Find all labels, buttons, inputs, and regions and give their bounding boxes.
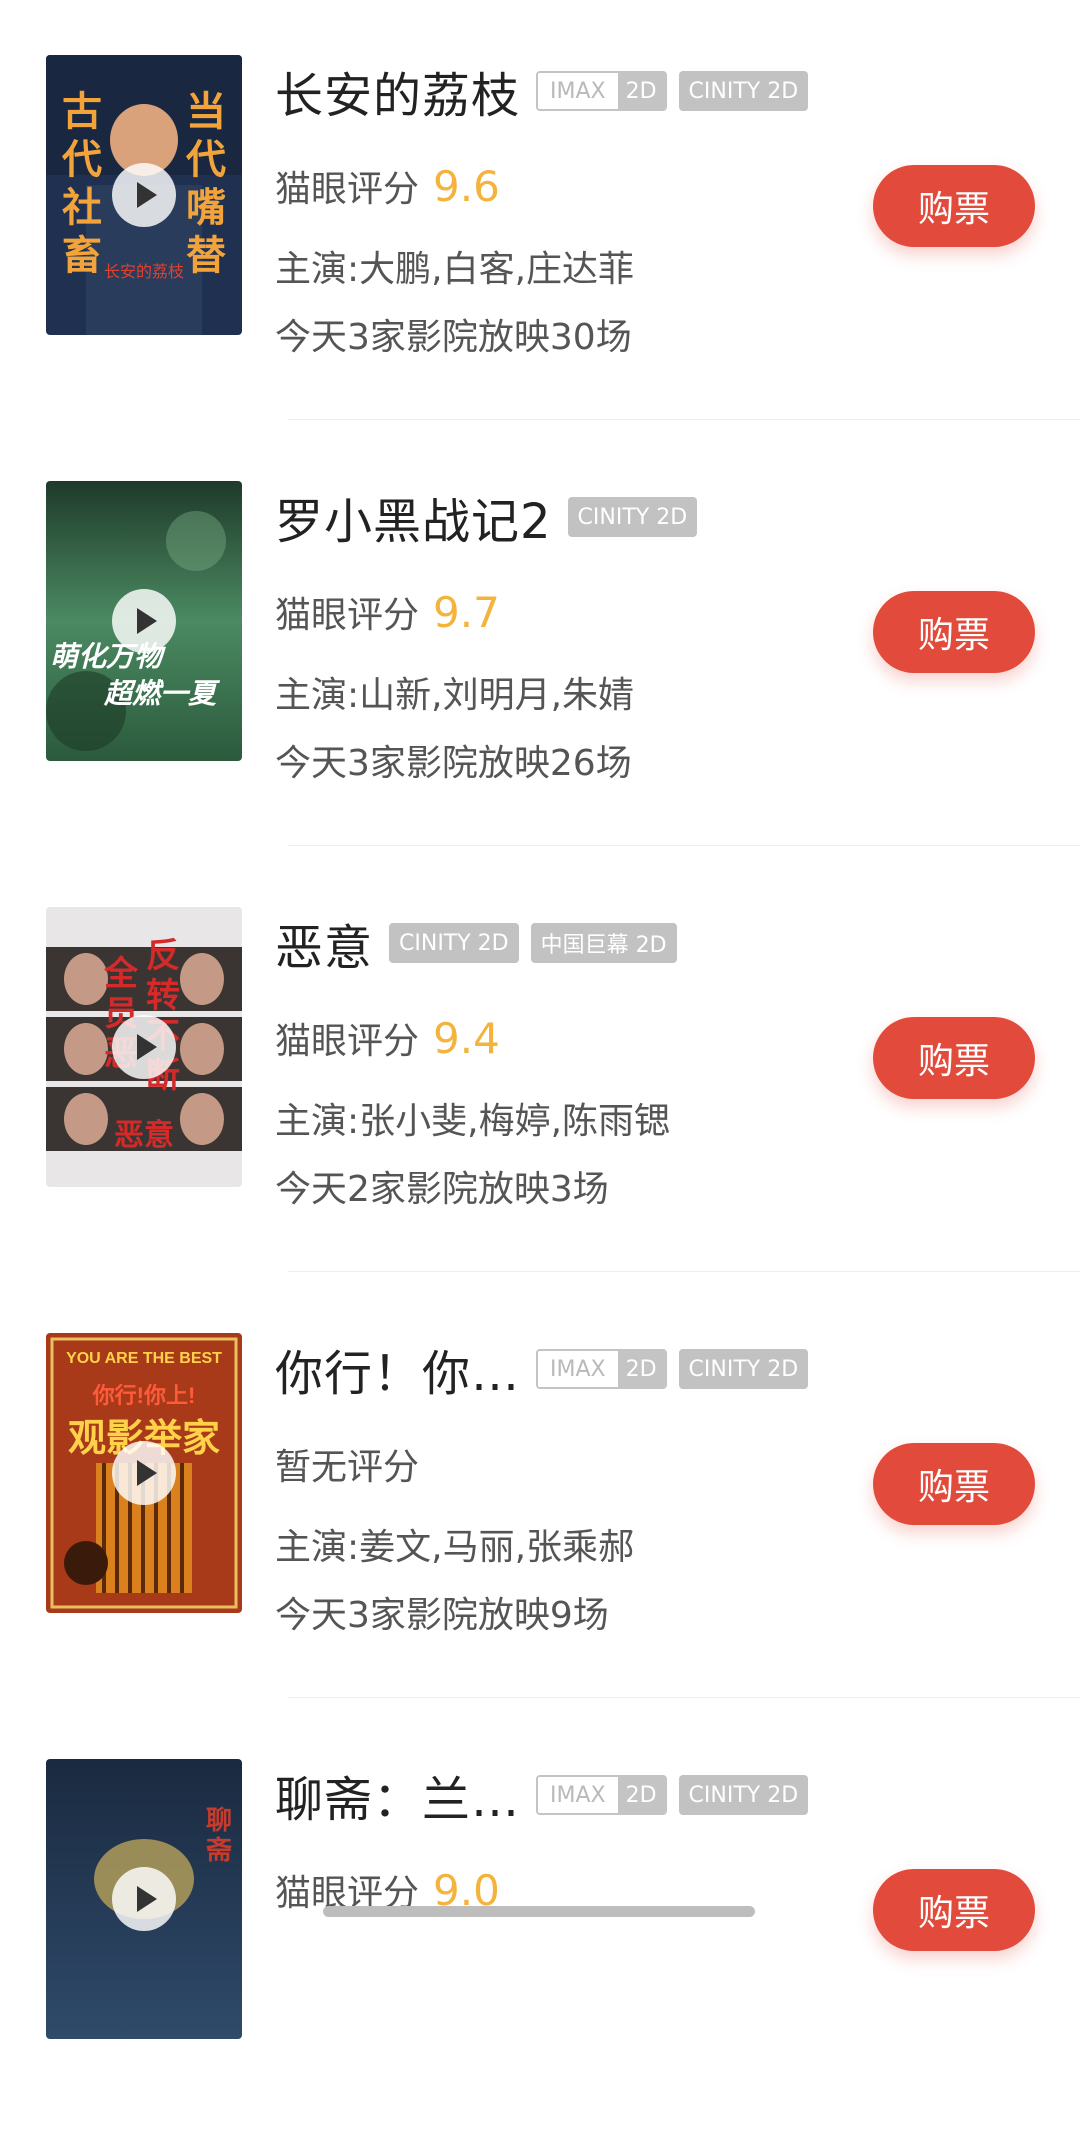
cast-text: 主演:山新,刘明月,朱婧 bbox=[275, 675, 635, 716]
rating-score: 9.7 bbox=[433, 588, 500, 637]
rating-score: 9.4 bbox=[433, 1014, 500, 1063]
tag-sublabel: 2D bbox=[617, 73, 665, 109]
format-tags: IMAX 2D CINITY 2D bbox=[536, 1349, 820, 1389]
movie-item[interactable]: 萌化万物 超燃一夏 罗小黑战记2 CINITY 2D 猫眼评分 9.7 主演:山新,刘明月,… bbox=[0, 426, 1080, 852]
movie-item[interactable]: 聊斋聊斋：兰… IMAX 2D CINITY 2D 猫眼评分 9.0 购票 bbox=[0, 1704, 1080, 2130]
format-tag: 中国巨幕 2D bbox=[530, 923, 677, 963]
buy-ticket-button[interactable]: 购票 bbox=[873, 165, 1035, 247]
svg-text:超燃一夏: 超燃一夏 bbox=[103, 678, 221, 709]
format-tags: IMAX 2D CINITY 2D bbox=[536, 71, 820, 111]
rating-row: 猫眼评分 9.6 bbox=[275, 160, 500, 216]
title-row: 罗小黑战记2 CINITY 2D bbox=[275, 484, 709, 550]
showtimes-text: 今天3家影院放映9场 bbox=[275, 1595, 609, 1636]
format-tags: CINITY 2D 中国巨幕 2D bbox=[389, 923, 689, 963]
tag-label: IMAX bbox=[538, 1777, 618, 1813]
svg-text:你行!你上!: 你行!你上! bbox=[92, 1383, 196, 1408]
rating-label: 猫眼评分 bbox=[275, 1021, 420, 1062]
showtimes-text: 今天3家影院放映30场 bbox=[275, 317, 632, 358]
divider bbox=[288, 845, 1080, 846]
buy-ticket-button[interactable]: 购票 bbox=[873, 1869, 1035, 1951]
tag-label: IMAX bbox=[538, 73, 618, 109]
svg-text:古: 古 bbox=[62, 90, 102, 134]
divider bbox=[288, 419, 1080, 420]
svg-text:转: 转 bbox=[146, 977, 180, 1015]
svg-text:全: 全 bbox=[103, 954, 139, 993]
play-icon[interactable] bbox=[112, 589, 176, 653]
cast-text: 主演:张小斐,梅婷,陈雨锶 bbox=[275, 1101, 671, 1142]
play-icon[interactable] bbox=[112, 163, 176, 227]
buy-ticket-button[interactable]: 购票 bbox=[873, 1443, 1035, 1525]
format-tag: CINITY 2D bbox=[678, 1349, 809, 1389]
title-row: 你行！你… IMAX 2D CINITY 2D bbox=[275, 1336, 820, 1402]
rating-score: 9.6 bbox=[433, 162, 500, 211]
title-row: 聊斋：兰… IMAX 2D CINITY 2D bbox=[275, 1762, 820, 1828]
movie-title[interactable]: 聊斋：兰… bbox=[275, 1760, 520, 1830]
buy-ticket-button[interactable]: 购票 bbox=[873, 591, 1035, 673]
play-icon[interactable] bbox=[112, 1015, 176, 1079]
rating-label: 猫眼评分 bbox=[275, 169, 420, 210]
format-tag: CINITY 2D bbox=[678, 71, 809, 111]
svg-text:聊: 聊 bbox=[206, 1805, 232, 1835]
play-icon[interactable] bbox=[112, 1441, 176, 1505]
rating-row: 暂无评分 bbox=[275, 1438, 419, 1494]
svg-text:斋: 斋 bbox=[205, 1835, 233, 1865]
format-tag: CINITY 2D bbox=[678, 1775, 809, 1815]
tag-label: IMAX bbox=[538, 1351, 618, 1387]
svg-text:代: 代 bbox=[185, 138, 226, 182]
movie-item[interactable]: 全员恶反转不断恶意恶意 CINITY 2D 中国巨幕 2D 猫眼评分 9.4 主演:张小斐… bbox=[0, 852, 1080, 1278]
title-row: 恶意 CINITY 2D 中国巨幕 2D bbox=[275, 910, 689, 976]
tag-sublabel: 2D bbox=[617, 1351, 665, 1387]
svg-text:代: 代 bbox=[61, 138, 102, 182]
svg-text:反: 反 bbox=[146, 937, 180, 975]
svg-text:嘴: 嘴 bbox=[186, 186, 226, 230]
movie-item[interactable]: YOU ARE THE BEST 你行!你上! 观影举家 你行！你… IMAX 2D CIN… bbox=[0, 1278, 1080, 1704]
format-tags: CINITY 2D bbox=[567, 497, 710, 537]
movie-title[interactable]: 长安的荔枝 bbox=[275, 56, 520, 126]
svg-text:畜: 畜 bbox=[62, 234, 102, 278]
showtimes-text: 今天3家影院放映26场 bbox=[275, 743, 632, 784]
cast-text: 主演:大鹏,白客,庄达菲 bbox=[275, 249, 635, 290]
buy-ticket-button[interactable]: 购票 bbox=[873, 1017, 1035, 1099]
movie-item[interactable]: 古代社畜当代嘴替长安的荔枝 长安的荔枝 IMAX 2D CINITY 2D 猫眼评分 9.6… bbox=[0, 0, 1080, 426]
rating-label: 猫眼评分 bbox=[275, 595, 420, 636]
format-tag: CINITY 2D bbox=[389, 923, 519, 963]
movie-poster[interactable]: YOU ARE THE BEST 你行!你上! 观影举家 bbox=[46, 1333, 242, 1613]
svg-text:长安的荔枝: 长安的荔枝 bbox=[104, 263, 184, 281]
movie-poster[interactable]: 萌化万物 超燃一夏 bbox=[46, 481, 242, 761]
showtimes-text: 今天2家影院放映3场 bbox=[275, 1169, 609, 1210]
imax-2d-tag: IMAX 2D bbox=[536, 71, 667, 111]
movie-title[interactable]: 你行！你… bbox=[275, 1334, 520, 1404]
svg-text:社: 社 bbox=[62, 186, 102, 230]
divider bbox=[288, 1697, 1080, 1698]
format-tag: CINITY 2D bbox=[567, 497, 698, 537]
format-tags: IMAX 2D CINITY 2D bbox=[536, 1775, 820, 1815]
rating-label: 暂无评分 bbox=[275, 1447, 420, 1488]
movie-poster[interactable]: 全员恶反转不断恶意 bbox=[46, 907, 242, 1187]
rating-row: 猫眼评分 9.7 bbox=[275, 586, 500, 642]
movie-title[interactable]: 恶意 bbox=[275, 908, 373, 978]
imax-2d-tag: IMAX 2D bbox=[536, 1349, 667, 1389]
divider bbox=[288, 1271, 1080, 1272]
svg-text:当: 当 bbox=[186, 90, 226, 134]
rating-row: 猫眼评分 9.4 bbox=[275, 1012, 500, 1068]
play-icon[interactable] bbox=[112, 1867, 176, 1931]
title-row: 长安的荔枝 IMAX 2D CINITY 2D bbox=[275, 58, 820, 124]
svg-text:恶意: 恶意 bbox=[114, 1118, 174, 1152]
cast-text: 主演:姜文,马丽,张乘郝 bbox=[275, 1527, 635, 1568]
movie-title[interactable]: 罗小黑战记2 bbox=[275, 482, 552, 552]
movie-list: 古代社畜当代嘴替长安的荔枝 长安的荔枝 IMAX 2D CINITY 2D 猫眼评分 9.6… bbox=[0, 0, 1080, 2039]
home-indicator bbox=[323, 1906, 755, 1917]
svg-text:替: 替 bbox=[186, 234, 226, 278]
movie-poster[interactable]: 聊斋 bbox=[46, 1759, 242, 2039]
imax-2d-tag: IMAX 2D bbox=[536, 1775, 667, 1815]
movie-poster[interactable]: 古代社畜当代嘴替长安的荔枝 bbox=[46, 55, 242, 335]
tag-sublabel: 2D bbox=[617, 1777, 665, 1813]
svg-text:YOU ARE THE BEST: YOU ARE THE BEST bbox=[66, 1350, 222, 1367]
